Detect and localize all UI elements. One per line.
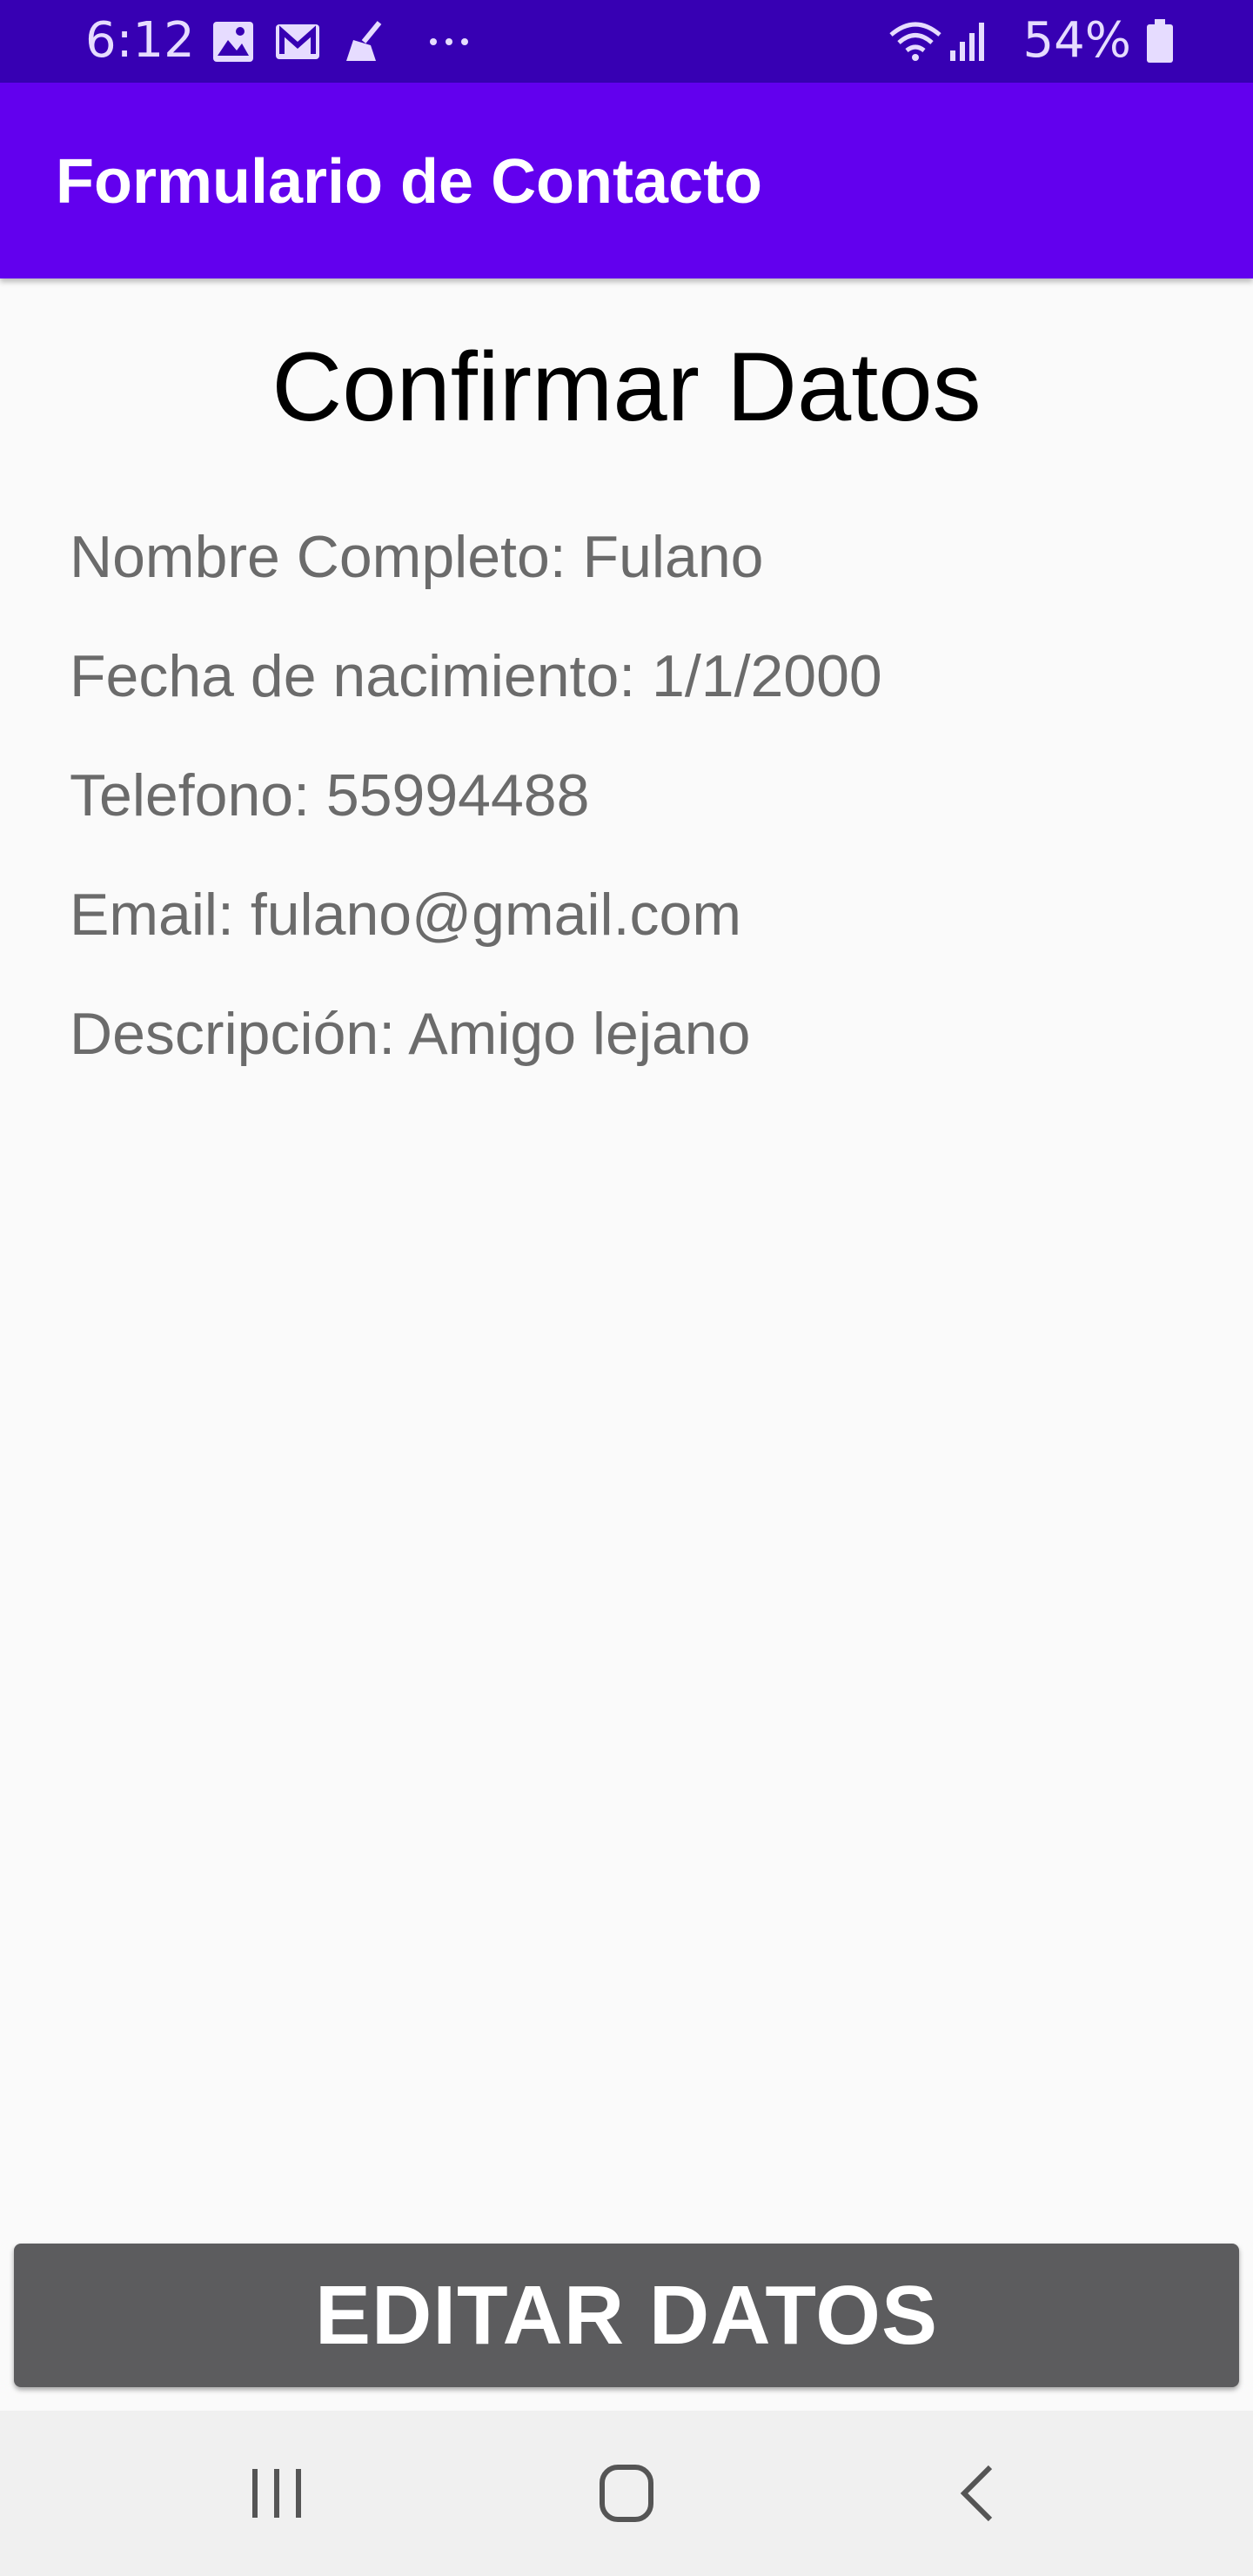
- detail-description: Descripción: Amigo lejano: [70, 1001, 751, 1067]
- recent-apps-button[interactable]: [224, 2450, 329, 2537]
- recent-apps-icon: [252, 2469, 301, 2518]
- back-icon: [960, 2465, 993, 2522]
- status-right: 54%: [888, 12, 1175, 70]
- image-icon: [213, 22, 253, 62]
- navigation-bar: [0, 2411, 1253, 2576]
- app-title: Formulario de Contacto: [56, 147, 763, 217]
- detail-birth-date: Fecha de nacimiento: 1/1/2000: [70, 643, 882, 709]
- battery-icon: [1147, 19, 1173, 63]
- status-time: 6:12: [85, 12, 195, 69]
- status-bar: 6:12 54%: [0, 0, 1253, 83]
- detail-phone: Telefono: 55994488: [70, 762, 590, 828]
- cleaner-icon: [346, 21, 382, 61]
- more-dots-icon: [430, 38, 468, 45]
- home-icon: [600, 2465, 653, 2522]
- page-heading: Confirmar Datos: [271, 332, 982, 441]
- gmail-icon: [276, 24, 319, 59]
- home-button[interactable]: [574, 2450, 679, 2537]
- signal-icon: [950, 23, 984, 61]
- edit-data-button[interactable]: EDITAR DATOS: [14, 2244, 1239, 2387]
- battery-percent: 54%: [1022, 12, 1131, 69]
- back-button[interactable]: [924, 2450, 1029, 2537]
- detail-email: Email: fulano@gmail.com: [70, 882, 741, 948]
- detail-full-name: Nombre Completo: Fulano: [70, 524, 764, 590]
- wifi-icon: [889, 22, 941, 61]
- app-bar: Formulario de Contacto: [0, 83, 1253, 278]
- contact-details: Nombre Completo: Fulano Fecha de nacimie…: [70, 522, 1201, 1118]
